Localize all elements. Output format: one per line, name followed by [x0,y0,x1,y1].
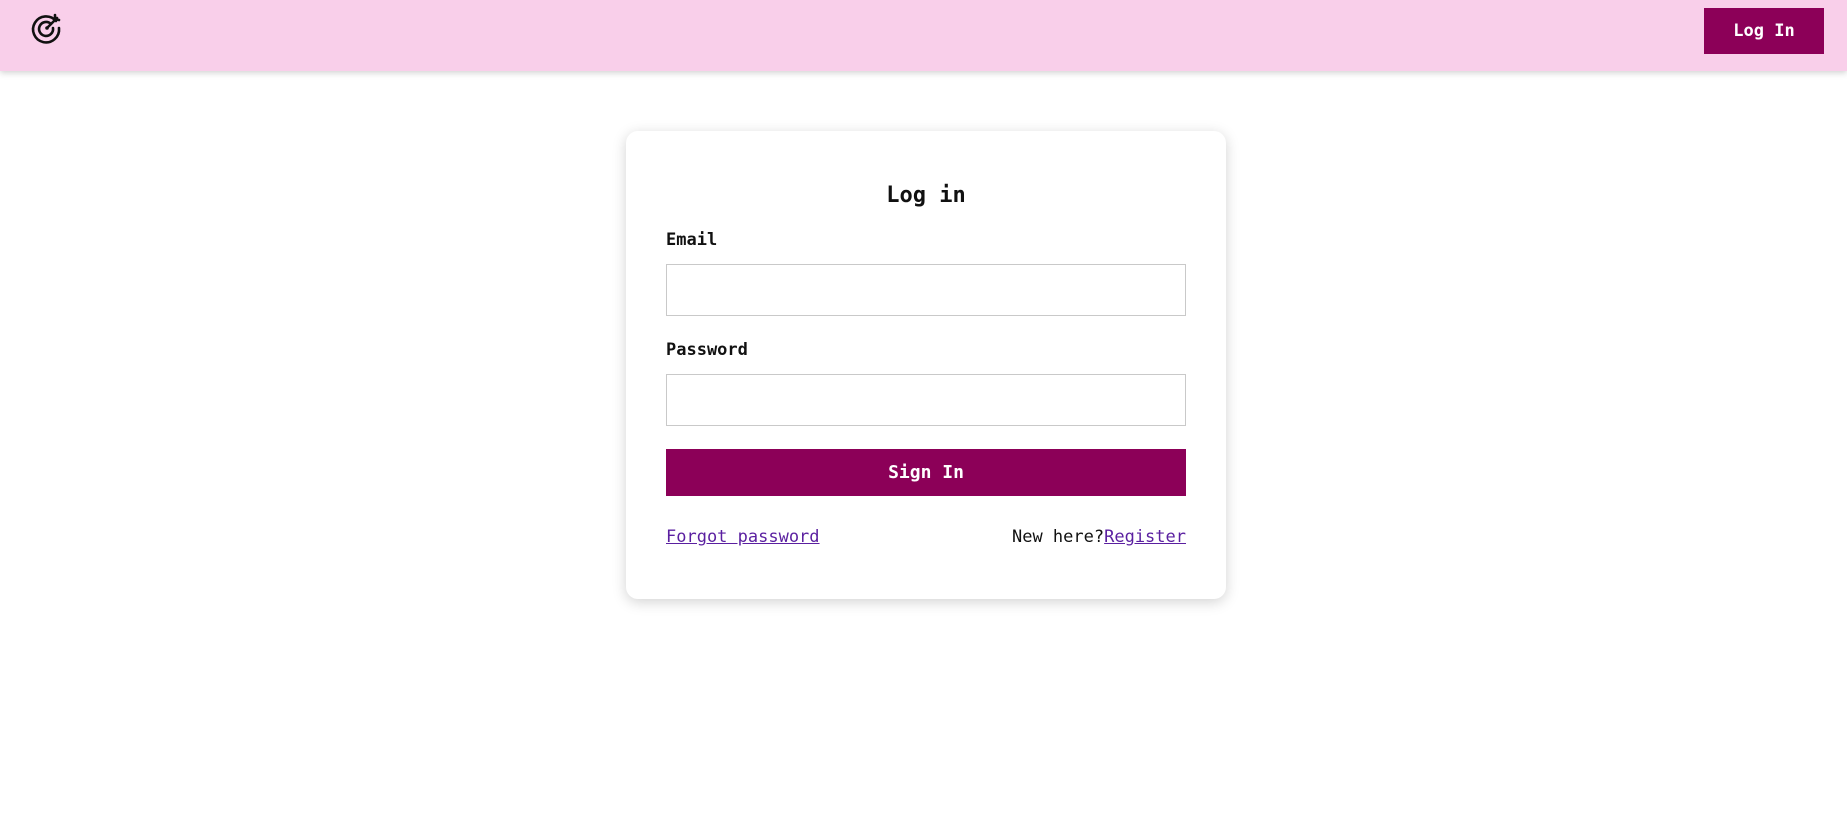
login-card: Log in Email Password Sign In Forgot pas… [626,131,1226,599]
register-row: New here? Register [1012,527,1186,547]
login-title: Log in [886,183,966,208]
forgot-password-link[interactable]: Forgot password [666,527,820,547]
register-link[interactable]: Register [1104,527,1186,547]
top-navbar: Log In [0,0,1847,71]
register-prompt: New here? [1011,527,1105,547]
header-login-button[interactable]: Log In [1704,8,1824,54]
sign-in-button[interactable]: Sign In [666,449,1186,496]
password-label: Password [666,340,748,360]
email-field[interactable] [666,264,1186,316]
target-icon[interactable] [29,10,65,46]
email-label: Email [666,230,718,250]
password-field[interactable] [666,374,1186,426]
